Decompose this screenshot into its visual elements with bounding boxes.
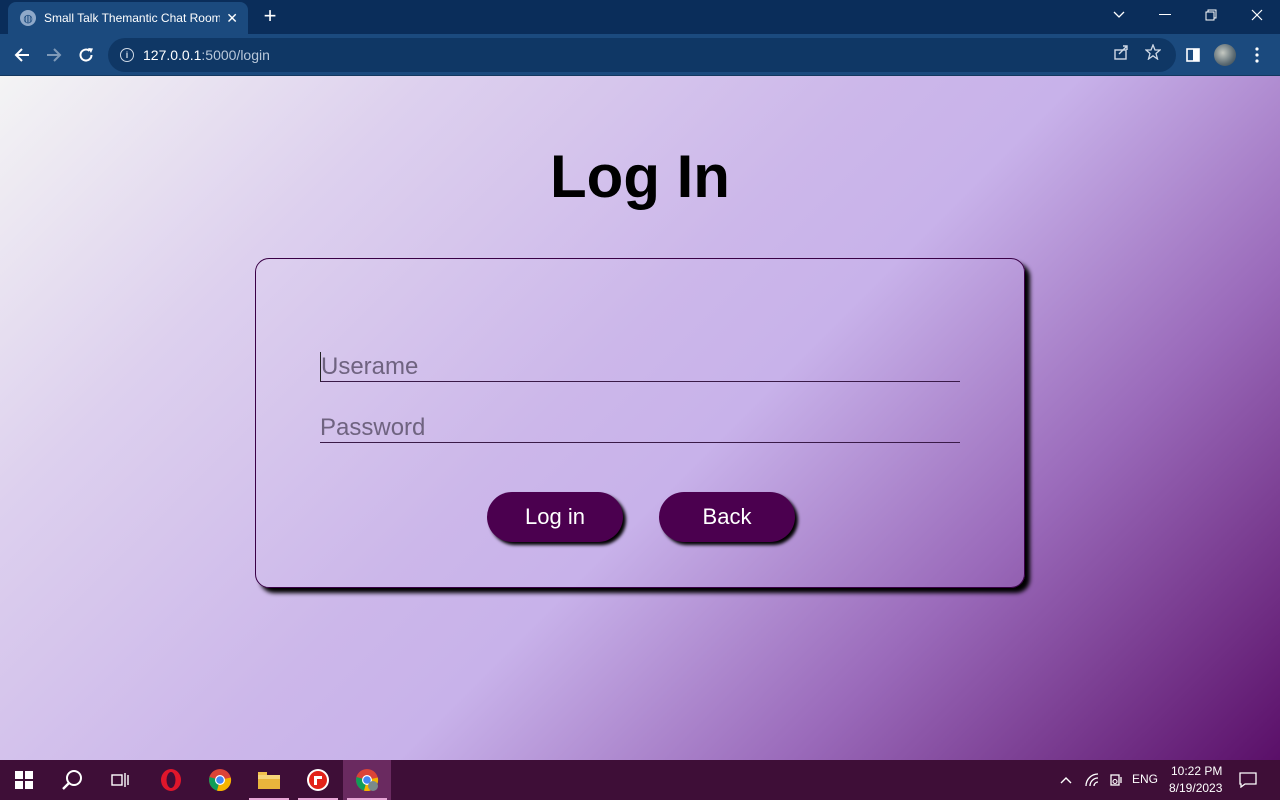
file-explorer-icon[interactable]	[245, 760, 293, 800]
site-info-icon[interactable]: i	[120, 48, 134, 62]
side-panel-icon[interactable]	[1182, 44, 1204, 66]
login-card: Log in Back	[255, 258, 1025, 588]
restore-icon[interactable]	[1188, 0, 1234, 30]
share-icon[interactable]	[1111, 42, 1131, 62]
page-viewport: Log In Log in Back	[0, 76, 1280, 760]
browser-titlebar: ◍ Small Talk Themantic Chat Room ✕ +	[0, 0, 1280, 34]
url-host: 127.0.0.1	[143, 47, 202, 63]
language-indicator[interactable]: ENG	[1132, 772, 1158, 786]
chrome-icon[interactable]	[196, 760, 244, 800]
reload-icon[interactable]	[72, 41, 100, 69]
taskbar: ENG 10:22 PM 8/19/2023	[0, 760, 1280, 800]
tab-title: Small Talk Themantic Chat Room	[44, 11, 221, 25]
page-title: Log In	[550, 143, 730, 210]
task-view-icon[interactable]	[96, 760, 144, 800]
bookmark-star-icon[interactable]	[1143, 42, 1163, 62]
new-tab-icon[interactable]: +	[258, 4, 282, 28]
back-button[interactable]: Back	[659, 492, 795, 542]
close-window-icon[interactable]	[1234, 0, 1280, 30]
globe-icon: ◍	[20, 10, 36, 26]
password-input[interactable]	[320, 413, 960, 443]
network-icon[interactable]	[1080, 760, 1106, 800]
tab-close-icon[interactable]: ✕	[226, 10, 238, 27]
clock-time[interactable]: 10:22 PM	[1171, 764, 1222, 778]
menu-dots-icon[interactable]	[1246, 44, 1268, 66]
browser-toolbar: i 127.0.0.1:5000/login	[0, 34, 1280, 76]
url-path: :5000/login	[201, 47, 270, 63]
profile-avatar[interactable]	[1214, 44, 1236, 66]
login-button[interactable]: Log in	[487, 492, 623, 542]
chrome-profile-icon[interactable]	[343, 760, 391, 800]
search-icon[interactable]	[48, 760, 96, 800]
tab-search-chevron-icon[interactable]	[1096, 0, 1142, 30]
red-app-icon[interactable]	[294, 760, 342, 800]
browser-tab[interactable]: ◍ Small Talk Themantic Chat Room ✕	[8, 2, 248, 34]
windows-start-icon[interactable]	[0, 760, 48, 800]
opera-icon[interactable]	[147, 760, 195, 800]
speaker-icon[interactable]	[1104, 760, 1128, 800]
notifications-icon[interactable]	[1228, 760, 1268, 800]
address-bar[interactable]: i 127.0.0.1:5000/login	[108, 38, 1176, 72]
forward-arrow-icon[interactable]	[40, 41, 68, 69]
minimize-icon[interactable]	[1142, 0, 1188, 30]
username-input[interactable]	[320, 352, 960, 382]
back-arrow-icon[interactable]	[8, 41, 36, 69]
clock-date[interactable]: 8/19/2023	[1169, 781, 1222, 795]
